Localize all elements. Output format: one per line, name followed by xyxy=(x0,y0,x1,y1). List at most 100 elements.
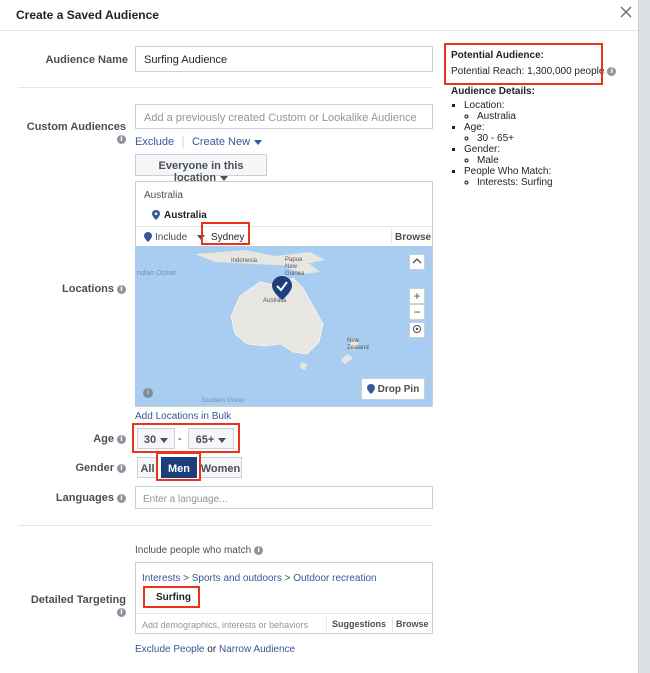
info-icon[interactable]: i xyxy=(143,388,153,398)
info-icon[interactable]: i xyxy=(117,463,126,473)
narrow-audience-link[interactable]: Narrow Audience xyxy=(219,644,295,655)
map-label-southern: Southern Ocean xyxy=(201,398,245,404)
separator: | xyxy=(181,134,185,148)
location-scope-dropdown[interactable]: Everyone in this location xyxy=(135,154,267,184)
potential-audience-panel: Potential Audience: Potential Reach: 1,3… xyxy=(451,50,631,188)
divider xyxy=(392,617,393,631)
breadcrumb-separator: > xyxy=(183,573,189,584)
target-icon xyxy=(413,325,421,333)
zoom-out-button[interactable]: − xyxy=(409,304,425,320)
map-collapse-button[interactable] xyxy=(409,254,425,270)
targeting-browse-button[interactable]: Browse xyxy=(396,619,429,629)
gender-men-button[interactable]: Men xyxy=(161,457,197,478)
include-dropdown[interactable]: Include xyxy=(144,232,206,243)
divider xyxy=(18,87,433,88)
detail-location-label: Location: xyxy=(464,100,505,111)
gender-women-button[interactable]: Women xyxy=(199,457,242,478)
interest-surfing[interactable]: Surfing xyxy=(156,592,191,603)
dialog-title: Create a Saved Audience xyxy=(16,8,159,22)
exclude-link[interactable]: Exclude xyxy=(135,136,174,148)
breadcrumb-outdoor[interactable]: Outdoor recreation xyxy=(293,573,376,584)
zoom-in-button[interactable]: + xyxy=(409,288,425,304)
drop-pin-button[interactable]: Drop Pin xyxy=(361,378,425,400)
custom-audience-input[interactable]: Add a previously created Custom or Looka… xyxy=(135,104,433,129)
detail-match-label: People Who Match: xyxy=(464,166,552,177)
detail-location-value: Australia xyxy=(477,111,631,122)
close-icon[interactable] xyxy=(618,4,634,20)
pin-icon xyxy=(366,384,375,395)
divider xyxy=(326,617,327,631)
targeting-footer: Exclude People or Narrow Audience xyxy=(135,644,295,655)
audience-name-value: Surfing Audience xyxy=(144,54,228,66)
languages-label: Languages i xyxy=(20,492,126,504)
potential-reach: Potential Reach: 1,300,000 people i xyxy=(451,66,631,77)
pin-icon xyxy=(144,232,152,243)
pin-icon xyxy=(152,210,160,221)
detail-age-label: Age: xyxy=(464,122,485,133)
info-icon[interactable]: i xyxy=(117,434,126,444)
map-label-papua: Papua New Guinea xyxy=(285,257,305,277)
info-icon[interactable]: i xyxy=(254,545,264,555)
selected-location: Australia xyxy=(152,210,207,221)
audience-name-label: Audience Name xyxy=(45,54,128,66)
location-search-row: Include Sydney Browse xyxy=(136,226,432,247)
suggestions-button[interactable]: Suggestions xyxy=(332,619,386,629)
create-audience-dialog: Create a Saved Audience Audience Name Su… xyxy=(0,0,639,673)
interest-breadcrumb: Interests > Sports and outdoors > Outdoo… xyxy=(142,573,377,584)
detailed-targeting-label: Detailed Targetingi xyxy=(30,594,126,617)
minus-icon: − xyxy=(413,305,421,319)
map-pin-icon xyxy=(272,276,292,300)
location-map[interactable]: ndian Ocean Indonesia Papua New Guinea A… xyxy=(135,246,432,406)
breadcrumb-interests[interactable]: Interests xyxy=(142,573,180,584)
custom-audience-placeholder: Add a previously created Custom or Looka… xyxy=(144,112,417,124)
detail-age-value: 30 - 65+ xyxy=(477,133,631,144)
map-label-indonesia: Indonesia xyxy=(231,258,258,264)
breadcrumb-separator: > xyxy=(284,573,291,584)
detail-match-value: Interests: Surfing xyxy=(477,177,631,188)
potential-audience-title: Potential Audience: xyxy=(451,50,544,61)
location-browse-button[interactable]: Browse xyxy=(395,232,431,243)
info-icon[interactable]: i xyxy=(607,66,617,76)
locations-label: Locations i xyxy=(20,283,126,295)
targeting-search-input[interactable]: Add demographics, interests or behaviors xyxy=(142,620,308,630)
create-new-link[interactable]: Create New xyxy=(192,136,263,148)
language-input[interactable]: Enter a language... xyxy=(135,486,433,509)
age-label: Age i xyxy=(20,433,126,445)
custom-audience-actions: Exclude | Create New xyxy=(135,134,263,148)
chevron-down-icon xyxy=(197,234,206,240)
location-search-input[interactable]: Sydney xyxy=(211,232,244,243)
gender-label: Gender i xyxy=(20,462,126,474)
map-label-ocean: ndian Ocean xyxy=(137,270,177,277)
add-locations-bulk-link[interactable]: Add Locations in Bulk xyxy=(135,411,231,422)
detail-gender-value: Male xyxy=(477,155,631,166)
detail-gender-label: Gender: xyxy=(464,144,501,155)
divider xyxy=(18,525,433,526)
chevron-down-icon xyxy=(220,175,229,181)
locate-button[interactable] xyxy=(409,322,425,338)
chevron-up-icon xyxy=(412,258,422,264)
dialog-header: Create a Saved Audience xyxy=(0,0,638,31)
map-label-nz: New Zealand xyxy=(347,338,369,351)
or-text: or xyxy=(207,644,217,655)
country-header: Australia xyxy=(144,190,183,201)
chevron-down-icon xyxy=(218,437,227,443)
detailed-targeting-heading: Include people who match i xyxy=(135,545,264,556)
gender-all-button[interactable]: All xyxy=(137,457,158,478)
age-max-dropdown[interactable]: 65+ xyxy=(188,428,234,449)
breadcrumb-sports[interactable]: Sports and outdoors xyxy=(192,573,282,584)
language-placeholder: Enter a language... xyxy=(143,494,228,505)
info-icon[interactable]: i xyxy=(117,493,126,503)
exclude-people-link[interactable]: Exclude People xyxy=(135,644,205,655)
info-icon[interactable]: i xyxy=(117,607,126,617)
plus-icon: + xyxy=(413,289,421,303)
age-dash: - xyxy=(178,433,182,445)
targeting-search-row: Add demographics, interests or behaviors… xyxy=(136,613,432,634)
chevron-down-icon xyxy=(160,437,169,443)
info-icon[interactable]: i xyxy=(117,284,126,294)
detailed-targeting-box: Interests > Sports and outdoors > Outdoo… xyxy=(135,562,433,634)
audience-name-input[interactable]: Surfing Audience xyxy=(135,46,433,72)
age-min-dropdown[interactable]: 30 xyxy=(137,428,175,449)
info-icon[interactable]: i xyxy=(117,134,126,144)
divider xyxy=(391,228,392,244)
audience-details-title: Audience Details: xyxy=(451,86,535,97)
